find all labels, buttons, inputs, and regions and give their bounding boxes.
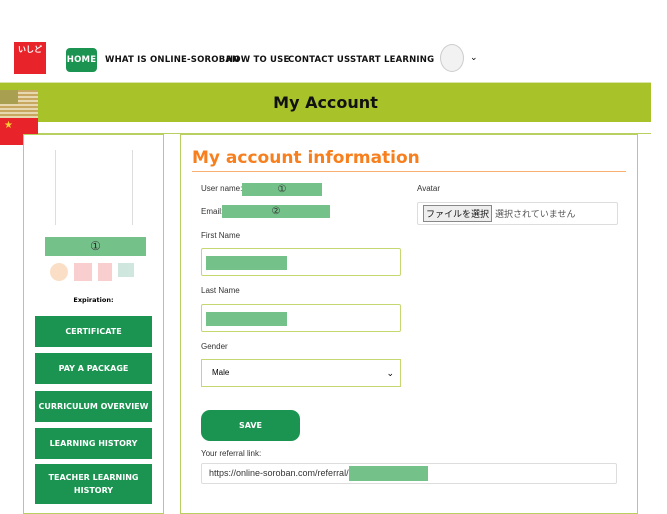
- section-title: My account information: [192, 148, 420, 168]
- certificate-button[interactable]: CERTIFICATE: [35, 316, 152, 347]
- save-button[interactable]: SAVE: [201, 410, 300, 441]
- email-value: ②: [222, 205, 330, 218]
- file-status: 選択されていません: [495, 209, 576, 219]
- curriculum-button[interactable]: CURRICULUM OVERVIEW: [35, 391, 152, 422]
- nav-contact[interactable]: CONTACT US: [288, 48, 350, 72]
- nav-how-to-use[interactable]: HOW TO USE: [226, 48, 290, 72]
- last-name-redacted: [206, 312, 287, 326]
- page-title: My Account: [273, 93, 378, 112]
- referral-code-redacted: [348, 466, 428, 482]
- medal-icon: [50, 263, 68, 281]
- teacher-history-button[interactable]: TEACHER LEARNING HISTORY: [35, 464, 152, 504]
- book-icon: [98, 263, 112, 281]
- username-label: User name:: [201, 184, 243, 193]
- page-banner: My Account: [0, 82, 651, 122]
- referral-link-input[interactable]: https://online-soroban.com/referral/: [201, 463, 617, 484]
- pay-package-button[interactable]: PAY A PACKAGE: [35, 353, 152, 384]
- expiration-label: Expiration:: [73, 296, 114, 304]
- email-label: Email:: [201, 207, 224, 216]
- referral-label: Your referral link:: [201, 449, 262, 458]
- profile-avatar: [55, 150, 133, 225]
- site-logo[interactable]: いしど: [14, 42, 46, 74]
- choose-file-button[interactable]: ファイルを選択: [423, 205, 493, 222]
- gender-value: Male: [212, 368, 230, 377]
- user-avatar[interactable]: [440, 44, 464, 72]
- nav-start-learning[interactable]: START LEARNING: [350, 48, 434, 72]
- avatar-file-input[interactable]: ファイルを選択 選択されていません: [417, 202, 618, 225]
- last-name-input[interactable]: [201, 304, 401, 332]
- nav-what-is[interactable]: WHAT IS ONLINE-SOROBAN: [105, 48, 239, 72]
- first-name-label: First Name: [201, 231, 241, 240]
- learning-history-button[interactable]: LEARNING HISTORY: [35, 428, 152, 459]
- username-value: ①: [242, 183, 322, 196]
- title-underline: [192, 171, 626, 172]
- sidebar-username: ①: [45, 237, 146, 256]
- chevron-down-icon: ⌄: [386, 368, 394, 378]
- badges: [50, 263, 140, 283]
- nav-home[interactable]: HOME: [66, 48, 97, 72]
- us-flag-icon[interactable]: [0, 90, 38, 118]
- last-name-label: Last Name: [201, 286, 240, 295]
- avatar-label: Avatar: [417, 184, 440, 193]
- board-icon: [118, 263, 134, 277]
- first-name-redacted: [206, 256, 287, 270]
- chevron-down-icon[interactable]: ⌄: [470, 52, 478, 63]
- gender-label: Gender: [201, 342, 228, 351]
- first-name-input[interactable]: [201, 248, 401, 276]
- referral-link-value: https://online-soroban.com/referral/: [209, 468, 349, 478]
- gender-select[interactable]: Male ⌄: [201, 359, 401, 387]
- ribbon-icon: [74, 263, 92, 281]
